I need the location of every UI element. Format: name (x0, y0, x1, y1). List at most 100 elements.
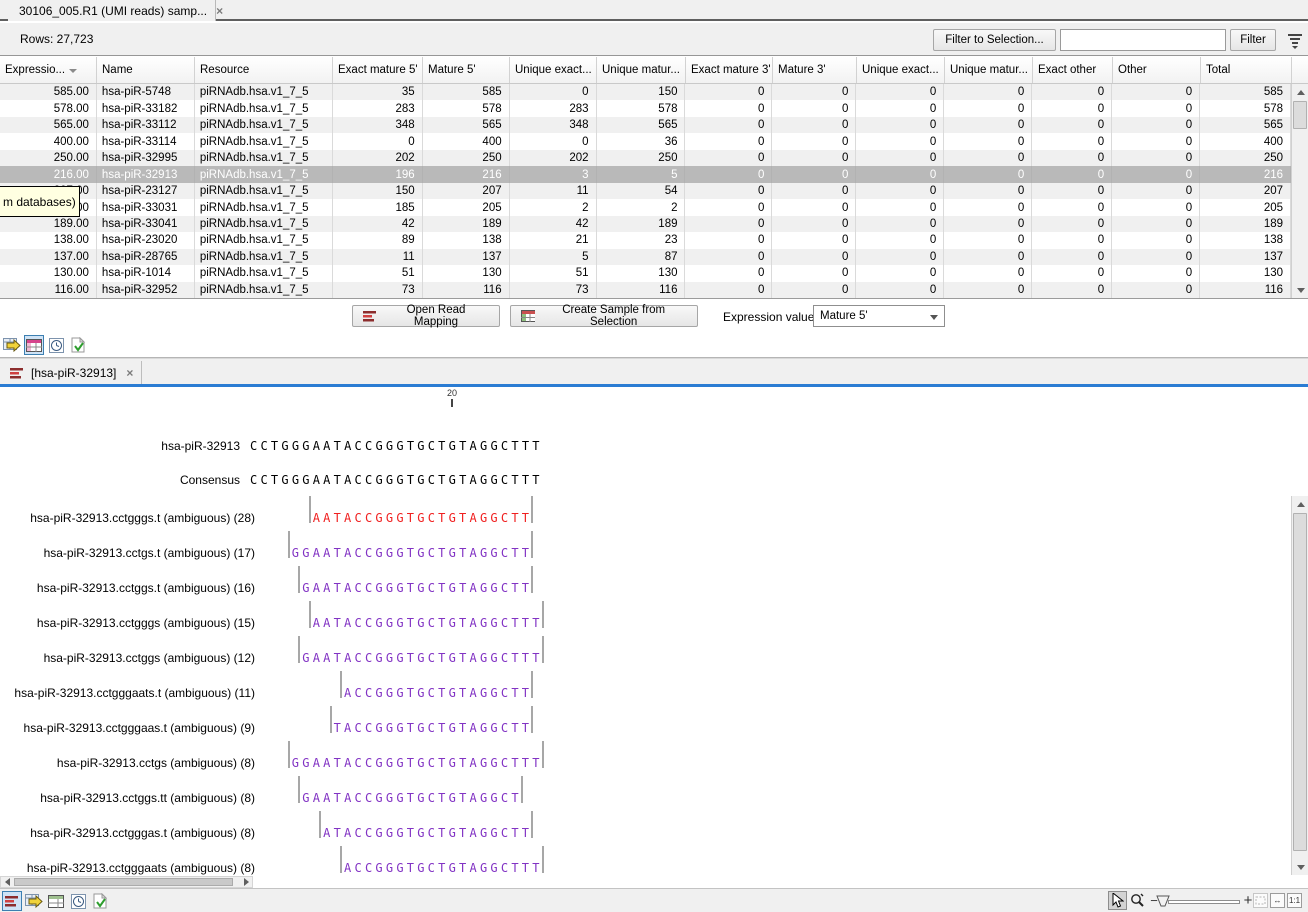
table-cell: 0 (685, 265, 772, 281)
table-cell: 0 (1112, 117, 1200, 133)
column-header[interactable]: Unique exact... (857, 57, 945, 83)
scrollbar-thumb[interactable] (14, 878, 233, 886)
table-cell: hsa-piR-32995 (97, 150, 195, 166)
scrollbar-thumb[interactable] (1293, 513, 1307, 851)
column-header[interactable]: Other (1113, 57, 1201, 83)
table-cell: 0 (772, 183, 856, 199)
open-read-mapping-button[interactable]: Open Read Mapping (352, 305, 500, 327)
column-header[interactable]: Name (97, 57, 195, 83)
table-cell: 0 (1032, 84, 1112, 100)
scroll-down-button[interactable] (1292, 282, 1308, 298)
table-row[interactable]: 130.00hsa-piR-1014piRNAdb.hsa.v1_7_55113… (0, 265, 1291, 281)
zoom-to-selection-button[interactable] (1253, 893, 1268, 908)
table-row[interactable]: 565.00hsa-piR-33112piRNAdb.hsa.v1_7_5348… (0, 117, 1291, 133)
column-header[interactable]: Total (1201, 57, 1292, 83)
table-row[interactable]: 189.00hsa-piR-33041piRNAdb.hsa.v1_7_5421… (0, 216, 1291, 232)
filter-button[interactable]: Filter (1230, 29, 1276, 51)
create-sample-button[interactable]: Create Sample from Selection (510, 305, 698, 327)
document-check-icon (71, 337, 85, 353)
table-row[interactable]: 205.00hsa-piR-33031piRNAdb.hsa.v1_7_5185… (0, 199, 1291, 215)
column-header[interactable]: Unique matur... (597, 57, 686, 83)
table-cell: 196 (333, 166, 423, 182)
zoom-slider-track[interactable] (1168, 900, 1240, 904)
table-cell: 207 (423, 183, 510, 199)
table-cell: 0 (856, 100, 944, 116)
table-vertical-scrollbar[interactable] (1291, 84, 1308, 298)
view-table-button-active[interactable] (24, 335, 44, 355)
table-row[interactable]: 216.00hsa-piR-32913piRNAdb.hsa.v1_7_5196… (0, 166, 1291, 182)
close-icon[interactable]: × (126, 366, 133, 380)
scroll-right-button[interactable] (240, 877, 252, 887)
view-element-info-button[interactable] (68, 335, 88, 355)
trim-indicator (542, 741, 544, 768)
read-mapping-icon (5, 896, 20, 907)
view-history-button[interactable] (68, 891, 88, 911)
table-cell: 0 (1032, 249, 1112, 265)
column-header[interactable]: Exact mature 5' (333, 57, 423, 83)
table-cell: 0 (1032, 150, 1112, 166)
column-header[interactable]: Mature 5' (423, 57, 510, 83)
filter-input[interactable] (1060, 29, 1226, 51)
column-header[interactable]: Mature 3' (773, 57, 857, 83)
table-row[interactable]: 138.00hsa-piR-23020piRNAdb.hsa.v1_7_5891… (0, 232, 1291, 248)
column-header[interactable]: Resource (195, 57, 333, 83)
table-cell: 0 (685, 166, 772, 182)
tab-expression-table[interactable]: 30106_005.R1 (UMI reads) samp... × (8, 0, 216, 21)
scroll-up-button[interactable] (1292, 496, 1308, 512)
scrollbar-thumb[interactable] (1293, 101, 1307, 129)
label-horizontal-scrollbar[interactable] (0, 876, 253, 888)
scroll-up-button[interactable] (1292, 84, 1308, 100)
expression-value-dropdown[interactable]: Mature 5' (813, 305, 945, 327)
table-cell: 137 (1200, 249, 1291, 265)
table-row[interactable]: 585.00hsa-piR-5748piRNAdb.hsa.v1_7_53558… (0, 84, 1291, 100)
column-header[interactable]: Exact mature 3' (686, 57, 773, 83)
table-cell: 189 (597, 216, 686, 232)
table-cell: piRNAdb.hsa.v1_7_5 (195, 216, 333, 232)
table-cell: 73 (333, 282, 423, 298)
view-history-button[interactable] (46, 335, 66, 355)
table-row[interactable]: 207.00hsa-piR-23127piRNAdb.hsa.v1_7_5150… (0, 183, 1291, 199)
fit-width-button[interactable]: ↔ (1270, 893, 1285, 908)
zoom-tool-button[interactable] (1128, 891, 1147, 910)
table-cell: 189 (1200, 216, 1291, 232)
table-cell: 0 (944, 265, 1032, 281)
column-header[interactable]: Expressio... (0, 57, 97, 83)
table-cell: 137 (423, 249, 510, 265)
table-cell: hsa-piR-33031 (97, 199, 195, 215)
view-export-table-button[interactable] (2, 335, 22, 355)
read-sequence: ACCGGGTGCTGTAGGCTT (344, 686, 532, 700)
table-row[interactable]: 400.00hsa-piR-33114piRNAdb.hsa.v1_7_5040… (0, 133, 1291, 149)
selection-tool-button[interactable] (1108, 891, 1127, 910)
filter-to-selection-button[interactable]: Filter to Selection... (933, 29, 1056, 51)
view-export-table-button[interactable] (24, 891, 44, 911)
table-row[interactable]: 250.00hsa-piR-32995piRNAdb.hsa.v1_7_5202… (0, 150, 1291, 166)
view-read-mapping-button-active[interactable] (2, 891, 22, 911)
table-cell: 0 (856, 199, 944, 215)
table-row[interactable]: 137.00hsa-piR-28765piRNAdb.hsa.v1_7_5111… (0, 249, 1291, 265)
table-cell: 23 (597, 232, 686, 248)
scroll-down-button[interactable] (1292, 859, 1308, 875)
close-icon[interactable]: × (216, 4, 223, 18)
scroll-left-button[interactable] (1, 877, 13, 887)
table-row[interactable]: 578.00hsa-piR-33182piRNAdb.hsa.v1_7_5283… (0, 100, 1291, 116)
view-element-info-button[interactable] (90, 891, 110, 911)
mapping-vertical-scrollbar[interactable] (1291, 496, 1308, 875)
column-header[interactable]: Unique exact... (510, 57, 597, 83)
table-row[interactable]: 116.00hsa-piR-32952piRNAdb.hsa.v1_7_5731… (0, 282, 1291, 298)
tab-read-mapping[interactable]: [hsa-piR-32913] × (2, 361, 142, 385)
table-cell: 0 (944, 232, 1032, 248)
column-header[interactable]: Unique matur... (945, 57, 1033, 83)
trim-indicator (521, 776, 523, 803)
table-cell: 0 (1032, 282, 1112, 298)
table-cell: 73 (510, 282, 597, 298)
column-header-label: Exact mature 3' (691, 64, 771, 76)
table-cell: 0 (1112, 216, 1200, 232)
zoom-100-button[interactable]: 1:1 (1287, 893, 1302, 908)
advanced-filter-icon[interactable] (1286, 31, 1304, 49)
column-header[interactable]: Exact other (1033, 57, 1113, 83)
table-cell: 0 (772, 150, 856, 166)
view-table-button[interactable] (46, 891, 66, 911)
tooltip: m databases) (0, 186, 80, 217)
table-cell: 0 (685, 199, 772, 215)
table-cell: 0 (1112, 100, 1200, 116)
